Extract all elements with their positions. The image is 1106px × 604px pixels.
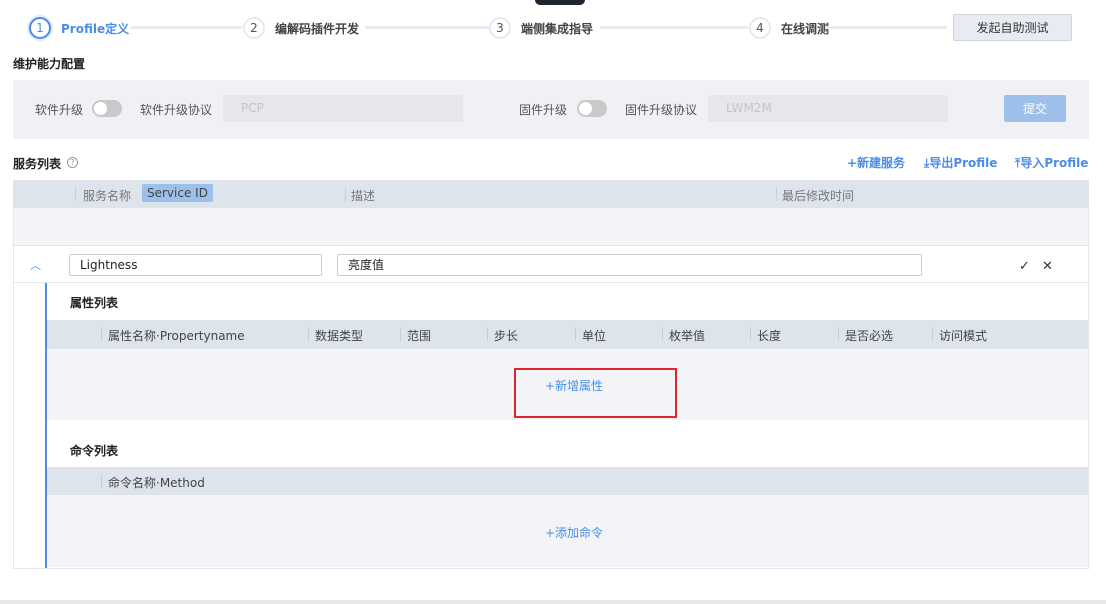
step-3-circle[interactable]: 3 (489, 17, 511, 39)
col-description: 描述 (351, 189, 376, 203)
bottom-bar (0, 600, 1106, 604)
software-upgrade-toggle[interactable] (92, 100, 122, 117)
firmware-protocol-label: 固件升级协议 (625, 103, 698, 117)
software-protocol-input[interactable]: PCP (223, 95, 463, 122)
firmware-protocol-input[interactable]: LWM2M (708, 95, 948, 122)
export-profile-link[interactable]: ⤓导出Profile (924, 154, 997, 171)
properties-table-header: 属性名称·Propertyname 数据类型 范围 步长 单位 枚举值 长度 是否必选 访问模式 (47, 320, 1088, 349)
help-icon[interactable]: ? (67, 157, 78, 168)
cancel-close-icon[interactable]: ✕ (1042, 259, 1053, 274)
step-2-circle[interactable]: 2 (243, 17, 265, 39)
step-4-circle[interactable]: 4 (749, 17, 771, 39)
step-connector-arrow (825, 26, 947, 29)
software-upgrade-label: 软件升级 (35, 103, 84, 117)
service-desc-input[interactable]: 亮度值 (337, 254, 922, 276)
software-protocol-label: 软件升级协议 (140, 103, 213, 117)
col-property-4: 单位 (582, 329, 607, 343)
service-id-tag: Service ID (142, 184, 213, 202)
confirm-check-icon[interactable]: ✓ (1019, 259, 1030, 274)
services-table-header: 服务名称 Service ID 描述 最后修改时间 (13, 180, 1089, 208)
column-separator (101, 327, 102, 341)
import-profile-link[interactable]: ⤒导入Profile (1015, 154, 1088, 171)
column-separator (838, 327, 839, 341)
col-property-8: 访问模式 (939, 329, 988, 343)
column-separator (750, 327, 751, 341)
step-1-circle[interactable]: 1 (29, 17, 51, 39)
service-name-input[interactable]: Lightness (69, 254, 322, 276)
step-1-label[interactable]: Profile定义 (61, 20, 129, 37)
import-label: 导入Profile (1020, 156, 1089, 170)
column-separator (308, 327, 309, 341)
self-test-button[interactable]: 发起自助测试 (953, 14, 1072, 41)
firmware-upgrade-label: 固件升级 (519, 103, 568, 117)
properties-title: 属性列表 (70, 296, 119, 310)
commands-title: 命令列表 (70, 444, 119, 458)
step-2-label[interactable]: 编解码插件开发 (275, 20, 359, 37)
firmware-upgrade-toggle[interactable] (577, 100, 607, 117)
services-title: 服务列表 (13, 157, 62, 171)
column-separator (932, 327, 933, 341)
new-service-link[interactable]: +新建服务 (847, 154, 905, 171)
step-4-label[interactable]: 在线调测 (781, 20, 829, 37)
submit-button[interactable]: 提交 (1004, 95, 1066, 122)
col-command-name: 命令名称·Method (108, 476, 205, 490)
column-separator (575, 327, 576, 341)
collapse-chevron-up-icon[interactable]: ︿ (30, 257, 41, 273)
add-command-link[interactable]: +添加命令 (545, 524, 603, 541)
step-3-label[interactable]: 端侧集成指导 (521, 20, 593, 37)
step-connector (365, 26, 489, 29)
commands-table-header: 命令名称·Method (47, 467, 1088, 495)
column-separator (400, 327, 401, 341)
empty-row (14, 208, 1088, 245)
column-separator (662, 327, 663, 341)
col-property-1: 数据类型 (315, 329, 364, 343)
col-property-5: 枚举值 (669, 329, 706, 343)
col-property-2: 范围 (407, 329, 432, 343)
step-connector (600, 26, 748, 29)
top-notch (535, 0, 585, 5)
export-label: 导出Profile (929, 156, 998, 170)
col-property-0: 属性名称·Propertyname (108, 329, 245, 343)
highlight-box (514, 368, 677, 418)
col-property-6: 长度 (757, 329, 782, 343)
col-property-7: 是否必选 (845, 329, 894, 343)
column-separator (487, 327, 488, 341)
col-last-modified: 最后修改时间 (782, 189, 855, 203)
step-connector (130, 26, 242, 29)
col-service-name: 服务名称 (83, 189, 132, 203)
col-property-3: 步长 (494, 329, 519, 343)
maintenance-title: 维护能力配置 (13, 57, 86, 71)
